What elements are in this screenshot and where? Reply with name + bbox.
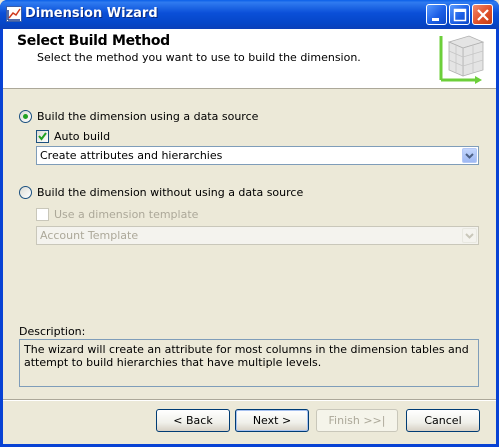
dimension-template-checkbox[interactable] (36, 208, 49, 221)
checkmark-icon (38, 132, 47, 141)
back-button[interactable]: < Back (156, 409, 230, 432)
build-method-dropdown[interactable]: Create attributes and hierarchies (36, 146, 479, 165)
auto-build-checkbox[interactable] (36, 130, 49, 143)
next-button[interactable]: Next > (235, 409, 309, 432)
radio-use-data-source-label[interactable]: Build the dimension using a data source (37, 110, 258, 123)
minimize-button[interactable] (426, 4, 447, 25)
description-text: The wizard will create an attribute for … (19, 339, 479, 387)
close-button[interactable] (472, 4, 493, 25)
dimension-template-label: Use a dimension template (54, 208, 199, 221)
auto-build-label[interactable]: Auto build (54, 130, 110, 143)
footer-divider (3, 399, 496, 401)
chevron-down-icon (465, 153, 474, 159)
window-title: Dimension Wizard (25, 6, 158, 21)
dimension-wizard-window: Dimension Wizard Select Build Method Sel… (0, 0, 499, 447)
chevron-down-icon (465, 233, 474, 239)
dropdown-button[interactable] (462, 148, 477, 163)
page-subtitle: Select the method you want to use to bui… (37, 51, 361, 64)
radio-no-data-source-label[interactable]: Build the dimension without using a data… (37, 186, 303, 199)
dimension-cube-icon (439, 35, 485, 84)
close-icon (477, 9, 489, 21)
maximize-button[interactable] (449, 4, 470, 25)
maximize-icon (453, 8, 467, 22)
template-dropdown[interactable]: Account Template (36, 226, 479, 245)
wizard-body: Select Build Method Select the method yo… (3, 29, 496, 444)
title-bar[interactable]: Dimension Wizard (0, 0, 499, 29)
cancel-button[interactable]: Cancel (406, 409, 480, 432)
wizard-icon (6, 6, 22, 22)
wizard-header: Select Build Method Select the method yo… (3, 29, 496, 89)
radio-selected-dot (23, 114, 28, 119)
description-label: Description: (19, 325, 86, 338)
template-value: Account Template (40, 229, 139, 242)
template-dropdown-button[interactable] (462, 228, 477, 243)
page-title: Select Build Method (17, 33, 170, 49)
radio-no-data-source[interactable] (19, 186, 32, 199)
radio-use-data-source[interactable] (19, 110, 32, 123)
finish-button[interactable]: Finish >>| (316, 409, 398, 432)
minimize-icon (432, 18, 439, 21)
build-method-value: Create attributes and hierarchies (40, 149, 223, 162)
